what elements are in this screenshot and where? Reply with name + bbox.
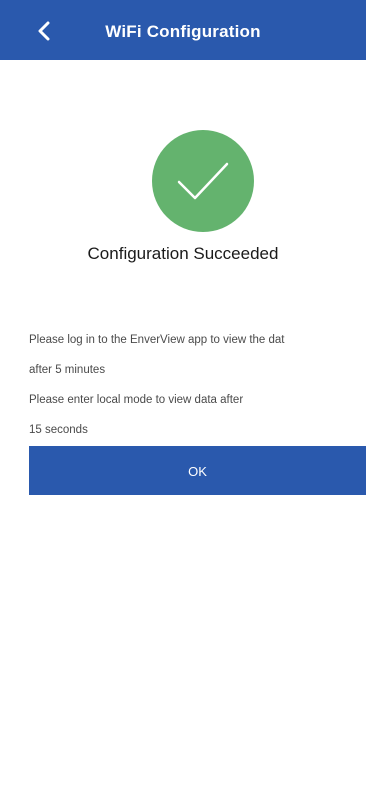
message-line: Please enter local mode to view data aft…: [29, 394, 244, 406]
success-title: Configuration Succeeded: [87, 244, 279, 263]
message-line: after 5 minutes: [29, 364, 106, 376]
status-message: Please log in to the EnverView app to vi…: [29, 318, 366, 453]
app-header: WiFi Configuration: [0, 0, 366, 60]
checkmark-icon: [177, 162, 229, 200]
success-icon: [152, 130, 254, 232]
message-line: Please log in to the EnverView app to vi…: [29, 334, 285, 346]
ok-button[interactable]: OK: [29, 446, 366, 495]
page-title: WiFi Configuration: [105, 22, 261, 41]
message-line: 15 seconds: [29, 424, 88, 436]
